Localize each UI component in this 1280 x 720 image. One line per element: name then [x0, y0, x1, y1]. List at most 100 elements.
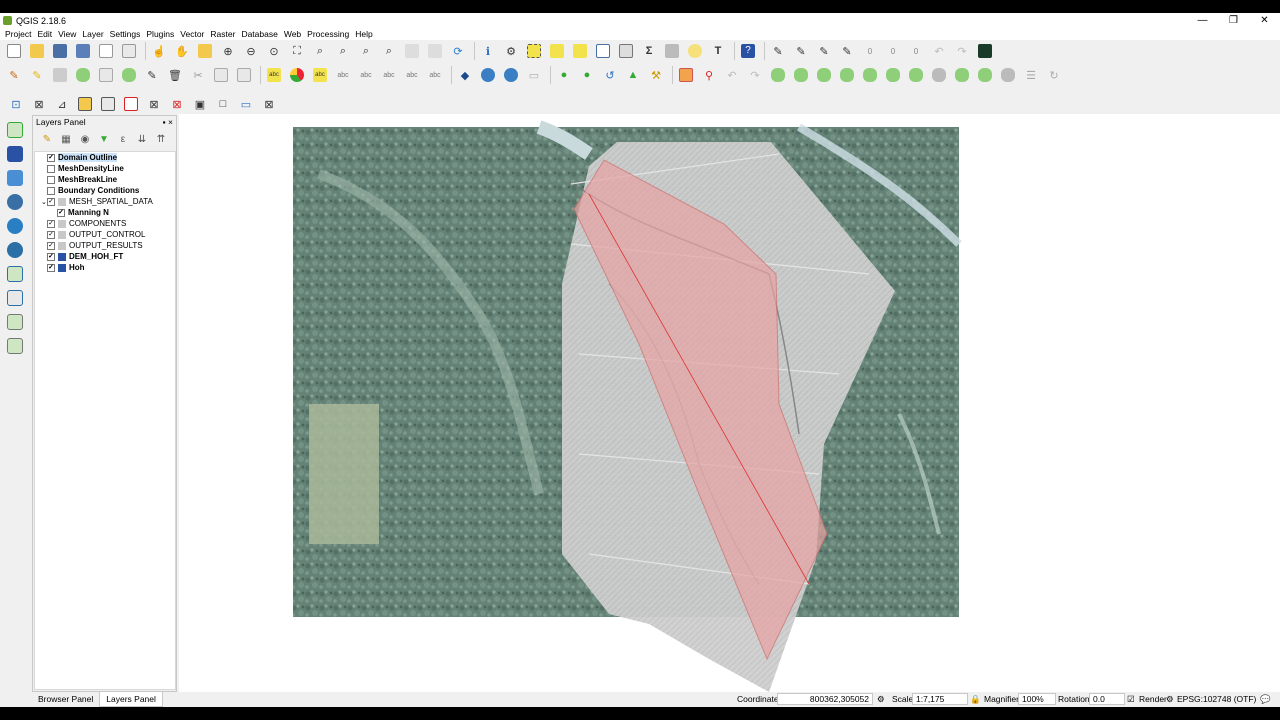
layer-tree-item[interactable]: MeshDensityLine	[35, 163, 175, 174]
change-label-icon[interactable]: abc	[402, 65, 422, 85]
copy-features-icon[interactable]	[211, 65, 231, 85]
panel-float-close-buttons[interactable]: ▪ ×	[163, 117, 173, 127]
menu-plugins[interactable]: Plugins	[143, 29, 177, 39]
menu-edit[interactable]: Edit	[34, 29, 55, 39]
layer-tree-item[interactable]: ✓ DEM_HOH_FT	[35, 251, 175, 262]
help-icon[interactable]: ?	[738, 41, 758, 61]
mesh-tool-7-icon[interactable]: ⊠	[144, 94, 164, 114]
zoom-next-icon[interactable]: ⌕	[379, 41, 399, 61]
move-label-icon[interactable]: abc	[356, 65, 376, 85]
python-console-icon[interactable]: ◆	[455, 65, 475, 85]
save-project-icon[interactable]	[50, 41, 70, 61]
refresh-icon[interactable]: ⟳	[448, 41, 468, 61]
expand-all-icon[interactable]: ⇊	[134, 131, 150, 147]
mesh-tool-12-icon[interactable]: ⊠	[259, 94, 279, 114]
coordinate-field[interactable]: 800362,305052	[777, 693, 873, 705]
zoom-out-icon[interactable]: ⊖	[241, 41, 261, 61]
layer-tree-item[interactable]: ✓ Manning N	[35, 207, 175, 218]
layer-visibility-checkbox[interactable]: ✓	[47, 252, 55, 261]
zoom-last-icon[interactable]: ⌕	[356, 41, 376, 61]
node-edit-icon[interactable]: ✎	[142, 65, 162, 85]
plugin-icon[interactable]	[975, 41, 995, 61]
layer-visibility-checkbox[interactable]: ✓	[47, 241, 55, 250]
mesh-tool-1-icon[interactable]: ⊡	[6, 94, 26, 114]
node-tool-icon[interactable]	[96, 65, 116, 85]
rotation-spinbox[interactable]: 0.0	[1089, 693, 1125, 705]
menu-processing[interactable]: Processing	[304, 29, 352, 39]
minimize-button[interactable]: —	[1187, 13, 1218, 28]
offset-curve-icon[interactable]	[906, 65, 926, 85]
show-hide-labels-icon[interactable]: abc	[333, 65, 353, 85]
messages-icon[interactable]: 💬	[1260, 694, 1271, 705]
advanced-undo-icon[interactable]: ↶	[722, 65, 742, 85]
lock-scale-icon[interactable]: 🔒	[970, 694, 981, 705]
diagram-icon[interactable]	[287, 65, 307, 85]
identify-features-icon[interactable]: ℹ	[478, 41, 498, 61]
close-button[interactable]: ✕	[1249, 13, 1280, 28]
layer-visibility-checkbox[interactable]	[47, 186, 55, 195]
new-project-icon[interactable]	[4, 41, 24, 61]
redo-icon[interactable]: ↷	[952, 41, 972, 61]
scale-combobox[interactable]: 1:7,175	[912, 693, 968, 705]
add-spatialite-layer-icon[interactable]	[2, 167, 28, 189]
menu-web[interactable]: Web	[281, 29, 304, 39]
field-calculator-icon[interactable]	[616, 41, 636, 61]
digitize-tool-2-icon[interactable]: ✎	[791, 41, 811, 61]
add-wcs-layer-icon[interactable]	[2, 239, 28, 261]
deselect-all-icon[interactable]	[570, 41, 590, 61]
mesh-tool-11-icon[interactable]: ▭	[236, 94, 256, 114]
layer-visibility-checkbox[interactable]: ✓	[47, 197, 55, 206]
mesh-tool-9-icon[interactable]: ▣	[190, 94, 210, 114]
terrain-icon[interactable]: ▲	[623, 65, 643, 85]
delete-selected-icon[interactable]: 🗑	[165, 65, 185, 85]
maximize-button[interactable]: ❐	[1218, 13, 1249, 28]
menu-vector[interactable]: Vector	[177, 29, 207, 39]
add-vector-layer-icon[interactable]	[2, 119, 28, 141]
show-bookmarks-icon[interactable]	[425, 41, 445, 61]
wand-icon[interactable]: ⚒	[646, 65, 666, 85]
digitize-tool-icon[interactable]: ✎	[768, 41, 788, 61]
geo-point-icon[interactable]: ●	[554, 65, 574, 85]
label-tool-icon[interactable]: abc	[425, 65, 445, 85]
crs-globe-icon[interactable]: ⚙	[1166, 694, 1174, 705]
layer-tree-item[interactable]: ✓ Hoh	[35, 262, 175, 273]
zoom-to-selection-icon[interactable]: ⌕	[310, 41, 330, 61]
menu-layer[interactable]: Layer	[79, 29, 106, 39]
layer-visibility-checkbox[interactable]: ✓	[47, 230, 55, 239]
mesh-tool-5-icon[interactable]	[98, 94, 118, 114]
menu-help[interactable]: Help	[352, 29, 375, 39]
move-feature-icon[interactable]	[119, 65, 139, 85]
layer-tree-item[interactable]: ⌄ ✓ MESH_SPATIAL_DATA	[35, 196, 175, 207]
zoom-native-icon[interactable]: ⊙	[264, 41, 284, 61]
run-action-icon[interactable]: ⚙	[501, 41, 521, 61]
add-part-icon[interactable]	[791, 65, 811, 85]
layer-visibility-checkbox[interactable]: ✓	[47, 219, 55, 228]
zoom-full-icon[interactable]: ⛶	[287, 41, 307, 61]
menu-project[interactable]: Project	[2, 29, 34, 39]
pan-to-selection-icon[interactable]	[195, 41, 215, 61]
mesh-tool-4-icon[interactable]	[75, 94, 95, 114]
add-virtual-layer-icon[interactable]	[2, 311, 28, 333]
add-wms-layer-icon[interactable]	[2, 215, 28, 237]
add-raster-layer-icon[interactable]	[2, 143, 28, 165]
collapse-all-icon[interactable]: ⇈	[153, 131, 169, 147]
select-by-expression-icon[interactable]	[547, 41, 567, 61]
select-features-icon[interactable]	[524, 41, 544, 61]
delete-part-icon[interactable]	[860, 65, 880, 85]
filter-legend-icon[interactable]: ▼	[96, 131, 112, 147]
attribute-table-icon[interactable]	[593, 41, 613, 61]
pin-labels-icon[interactable]: abc	[310, 65, 330, 85]
new-shapefile-layer-icon[interactable]	[2, 335, 28, 357]
scale-lock-icon[interactable]: ⚙	[877, 694, 885, 705]
add-ring-icon[interactable]	[768, 65, 788, 85]
text-annotation-icon[interactable]: T	[708, 41, 728, 61]
menu-settings[interactable]: Settings	[107, 29, 144, 39]
globe-2-icon[interactable]	[501, 65, 521, 85]
layer-visibility-checkbox[interactable]	[47, 175, 55, 184]
fill-ring-icon[interactable]	[814, 65, 834, 85]
add-feature-icon[interactable]	[73, 65, 93, 85]
manage-visibility-icon[interactable]: ◉	[77, 131, 93, 147]
add-postgis-layer-icon[interactable]	[2, 191, 28, 213]
labeling-icon[interactable]: abc	[264, 65, 284, 85]
mesh-tool-3-icon[interactable]: ⊿	[52, 94, 72, 114]
